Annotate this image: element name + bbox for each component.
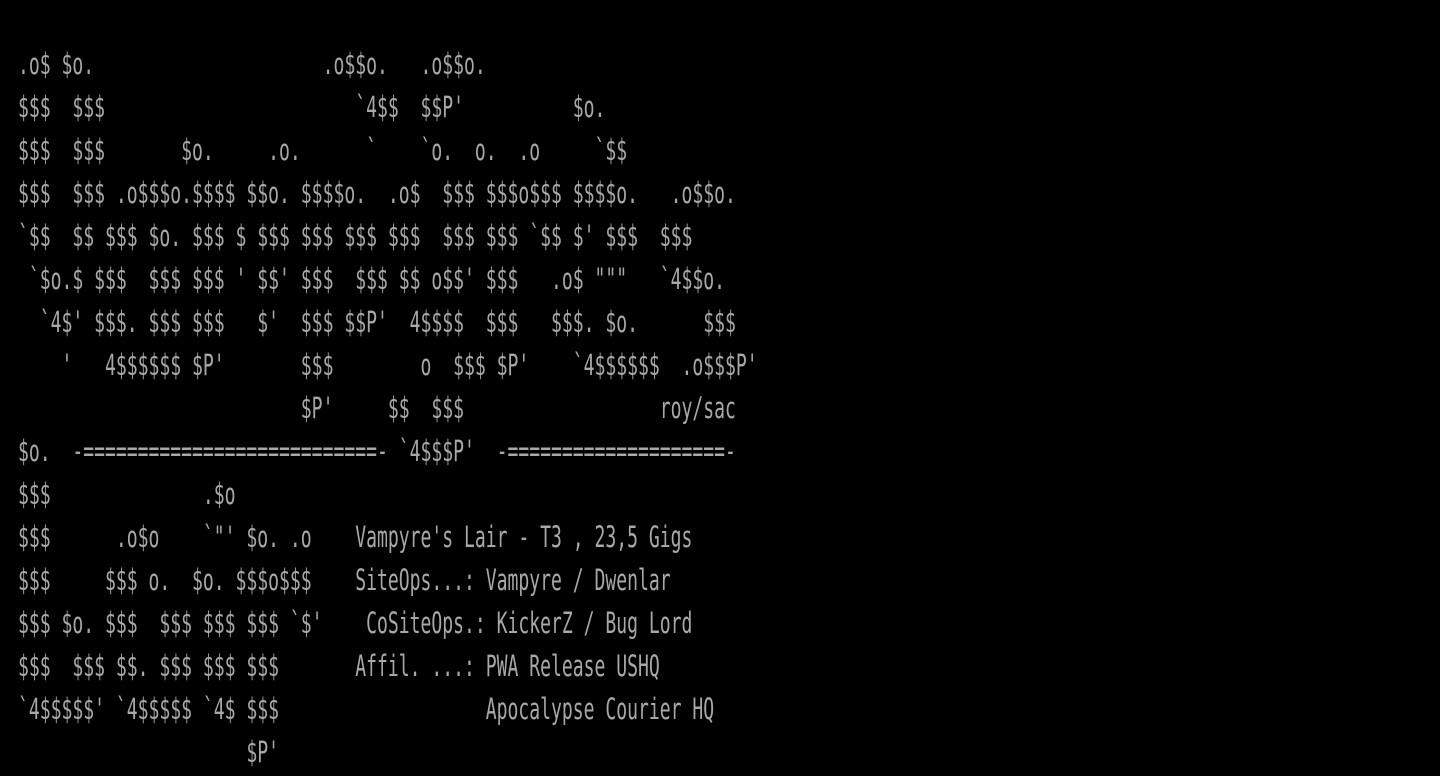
affil-line-2: `4$$$$$' `4$$$$$ `4$ $$$ Apocalypse Cour…: [18, 692, 715, 726]
ascii-art-line: $$$ $$$ .o$$$o.$$$$ $$o. $$$$o. .o$ $$$ …: [18, 176, 736, 210]
terminal-screen: .o$ $o. .o$$o. .o$$o. $$$ $$$ `4$$ $$P' …: [0, 0, 1440, 776]
ascii-art-line: `4$' $$$. $$$ $$$ $' $$$ $$P' 4$$$$ $$$ …: [18, 305, 736, 339]
ascii-art-line: `$o.$ $$$ $$$ $$$ ' $$' $$$ $$$ $$ o$$' …: [18, 262, 726, 296]
artist-credit-line: $P' $$ $$$ roy/sac: [18, 391, 736, 425]
divider-line: $o. -===========================- `4$$$P…: [18, 434, 736, 468]
ascii-art-line: $$$ $$$ $o. .o. ` `o. o. .o `$$: [18, 133, 628, 167]
ascii-art-line: .o$ $o. .o$$o. .o$$o.: [18, 47, 486, 81]
board-title-line: $$$ .o$o `"' $o. .o Vampyre's Lair - T3 …: [18, 520, 693, 554]
ascii-art-line: `$$ $$ $$$ $o. $$$ $ $$$ $$$ $$$ $$$ $$$…: [18, 219, 693, 253]
ascii-art-line: $$$ $$$ `4$$ $$P' $o.: [18, 90, 606, 124]
siteops-line: $$$ $$$ o. $o. $$$o$$$ SiteOps...: Vampy…: [18, 563, 671, 597]
cositeops-line: $$$ $o. $$$ $$$ $$$ $$$ `$' CoSiteOps.: …: [18, 606, 693, 640]
ascii-art-line: $$$ .$o: [18, 477, 236, 511]
affil-line: $$$ $$$ $$. $$$ $$$ $$$ Affil. ...: PWA …: [18, 649, 660, 683]
ascii-art-line: ' 4$$$$$$ $P' $$$ o $$$ $P' `4$$$$$$ .o$…: [18, 348, 758, 382]
ascii-art-line: $P': [18, 735, 280, 769]
